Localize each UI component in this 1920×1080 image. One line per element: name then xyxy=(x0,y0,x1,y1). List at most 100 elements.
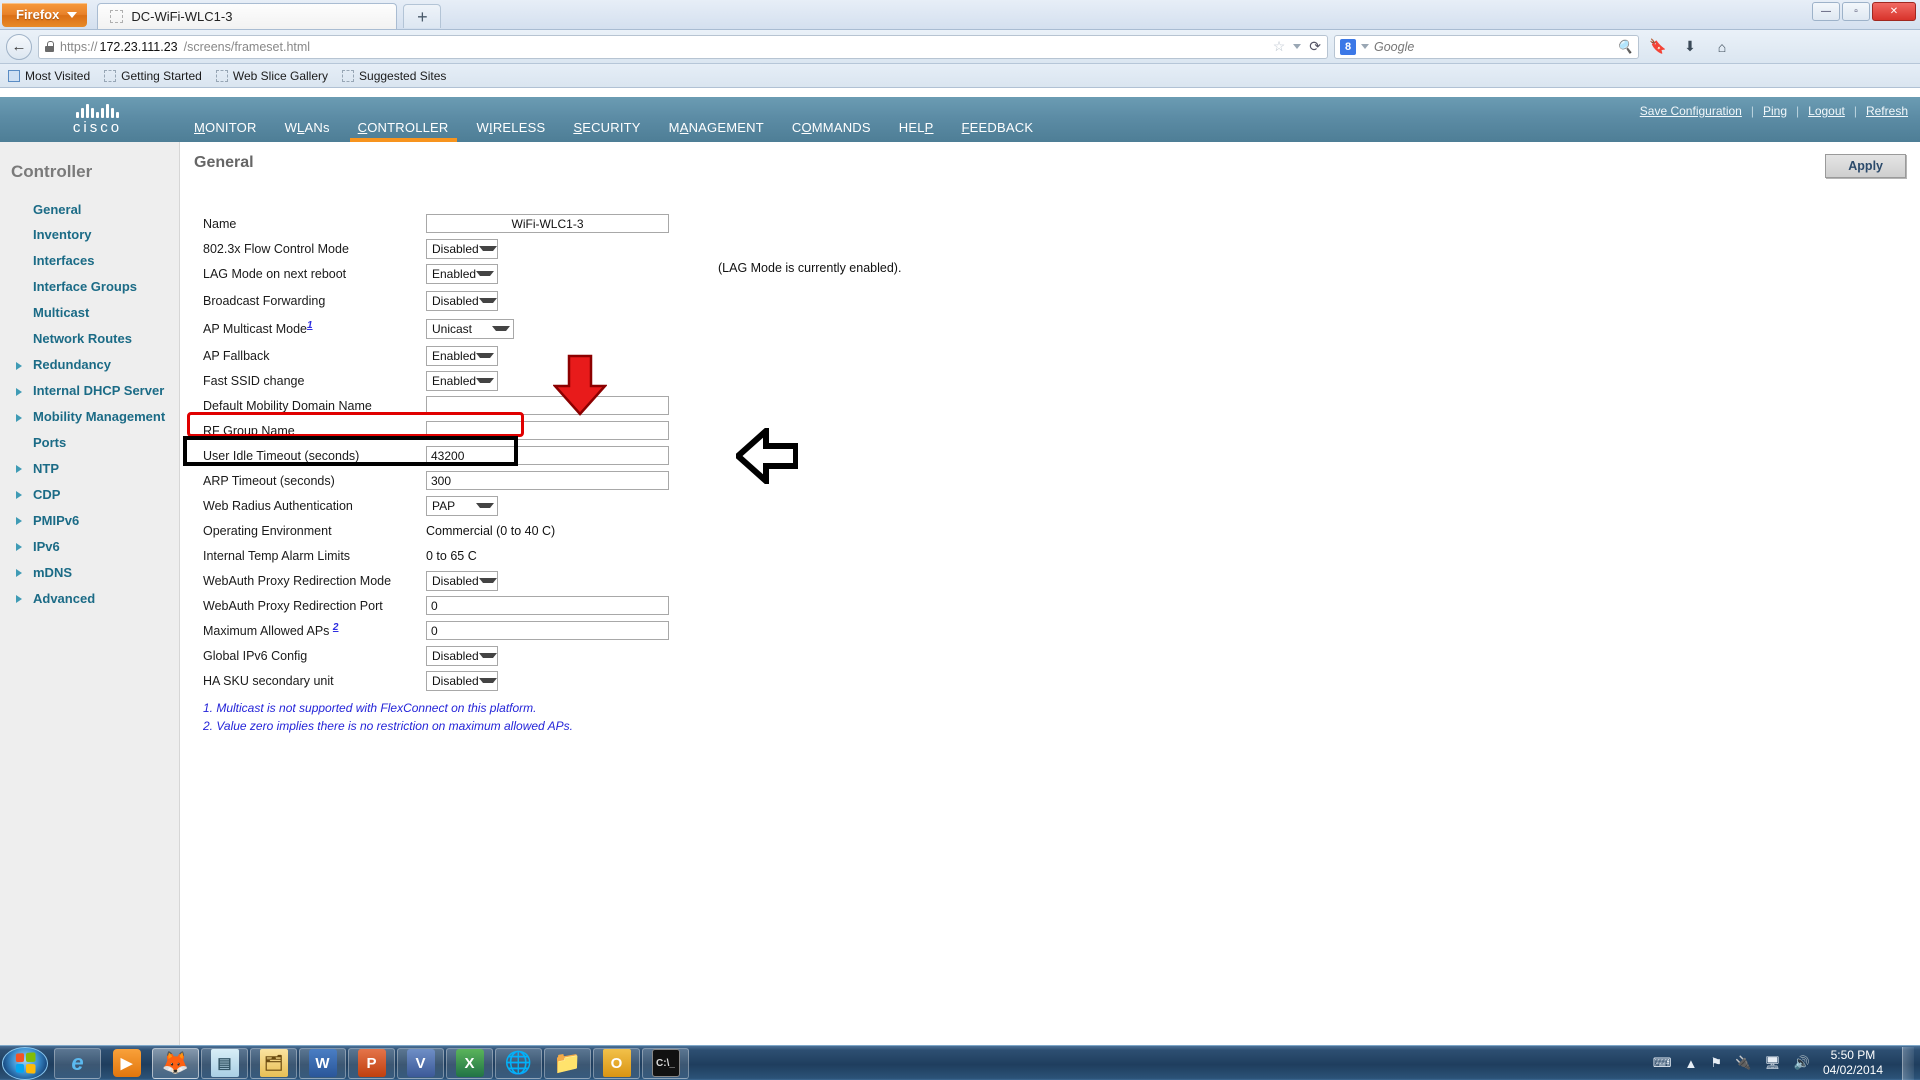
show-desktop-button[interactable] xyxy=(1902,1046,1914,1080)
apply-button[interactable]: Apply xyxy=(1825,154,1906,178)
maximum-allowed-aps-input[interactable] xyxy=(426,621,669,640)
url-bar[interactable]: https:// 172.23.111.23 /screens/frameset… xyxy=(38,34,1328,59)
field-label: Maximum Allowed APs 2 xyxy=(200,622,426,638)
rf-group-name-input[interactable] xyxy=(426,421,669,440)
taskbar-media-player[interactable]: ▶ xyxy=(103,1048,150,1079)
bookmarks-menu-icon[interactable]: 🔖 xyxy=(1645,35,1671,59)
user-idle-timeout-input[interactable] xyxy=(426,446,669,465)
footnotes: 1. Multicast is not supported with FlexC… xyxy=(200,699,1920,735)
search-input[interactable]: 8 Google 🔍 xyxy=(1334,34,1639,59)
sidebar-item-redundancy[interactable]: Redundancy xyxy=(0,353,179,379)
bookmark-web-slice-gallery[interactable]: Web Slice Gallery xyxy=(215,69,328,83)
sidebar-item-mdns[interactable]: mDNS xyxy=(0,560,179,586)
nav-controller[interactable]: CONTROLLER xyxy=(344,120,463,142)
sidebar-item-internal-dhcp-server[interactable]: Internal DHCP Server xyxy=(0,379,179,405)
start-button[interactable] xyxy=(2,1046,48,1080)
nav-feedback[interactable]: FEEDBACK xyxy=(948,120,1048,142)
ha-sku-secondary-unit-select[interactable]: Disabled xyxy=(426,670,498,691)
chevron-down-icon[interactable] xyxy=(1361,44,1369,49)
home-icon[interactable]: ⌂ xyxy=(1709,35,1735,59)
sidebar-item-ports[interactable]: Ports xyxy=(0,430,179,456)
sidebar-item-pmipv6[interactable]: PMIPv6 xyxy=(0,508,179,534)
network-icon[interactable]: 🔌 xyxy=(1735,1055,1751,1071)
arp-timeout-input[interactable] xyxy=(426,471,669,490)
close-button[interactable]: ✕ xyxy=(1872,2,1916,21)
nav-wireless[interactable]: WIRELESS xyxy=(463,120,560,142)
maximize-button[interactable]: ▫ xyxy=(1842,2,1870,21)
webauth-proxy-redirection-port-input[interactable] xyxy=(426,596,669,615)
logout-link[interactable]: Logout xyxy=(1808,104,1845,118)
sidebar-item-general[interactable]: General xyxy=(0,197,179,223)
display-icon[interactable]: 🖥 xyxy=(1764,1055,1781,1071)
bookmark-star-icon[interactable]: ☆ xyxy=(1273,38,1286,55)
taskbar-microsoft-powerpoint[interactable]: P xyxy=(348,1047,395,1079)
save-configuration-link[interactable]: Save Configuration xyxy=(1640,104,1742,118)
taskbar-internet-explorer[interactable]: e xyxy=(54,1047,101,1079)
taskbar-command-prompt[interactable]: C:\_ xyxy=(642,1047,689,1079)
ap-multicast-mode-select[interactable]: Unicast xyxy=(426,318,514,339)
chevron-down-icon xyxy=(67,11,78,18)
fast-ssid-change-select[interactable]: Enabled xyxy=(426,370,498,391)
bookmark-most-visited[interactable]: Most Visited xyxy=(8,69,90,83)
taskbar-notepad[interactable]: ▤ xyxy=(201,1047,248,1079)
microsoft-outlook-icon: O xyxy=(602,1049,631,1077)
field-label: LAG Mode on next reboot xyxy=(203,266,347,281)
chevron-down-icon[interactable] xyxy=(1293,44,1302,49)
volume-icon[interactable]: 🔊 xyxy=(1794,1055,1810,1071)
refresh-link[interactable]: Refresh xyxy=(1866,104,1908,118)
taskbar-microsoft-visio[interactable]: V xyxy=(397,1047,444,1079)
bookmark-suggested-sites[interactable]: Suggested Sites xyxy=(342,69,446,83)
nav-security[interactable]: SECURITY xyxy=(559,120,654,142)
sidebar-item-ntp[interactable]: NTP xyxy=(0,456,179,482)
flag-action-center-icon[interactable]: ⚑ xyxy=(1710,1055,1722,1071)
flow-control-mode-select[interactable]: Disabled xyxy=(426,238,498,259)
field-label: Name xyxy=(203,216,237,231)
sidebar-item-advanced[interactable]: Advanced xyxy=(0,586,179,612)
nav-monitor[interactable]: MMONITORONITOR xyxy=(180,120,271,142)
sidebar-item-inventory[interactable]: Inventory xyxy=(0,223,179,249)
back-button[interactable]: ← xyxy=(6,33,32,60)
sidebar-item-cdp[interactable]: CDP xyxy=(0,482,179,508)
minimize-button[interactable]: — xyxy=(1812,2,1840,21)
sidebar-item-network-routes[interactable]: Network Routes xyxy=(0,327,179,353)
keyboard-icon[interactable]: ⌨ xyxy=(1653,1055,1672,1071)
lag-mode-select[interactable]: Enabled xyxy=(426,263,498,284)
taskbar-microsoft-word[interactable]: W xyxy=(299,1047,346,1079)
ping-link[interactable]: Ping xyxy=(1763,104,1787,118)
nav-commands[interactable]: COMMANDS xyxy=(778,120,885,142)
broadcast-forwarding-select[interactable]: Disabled xyxy=(426,290,498,311)
new-tab-button[interactable]: + xyxy=(403,4,442,28)
firefox-menu-button[interactable]: Firefox xyxy=(2,3,88,27)
sidebar-item-multicast[interactable]: Multicast xyxy=(0,301,179,327)
taskbar-microsoft-outlook[interactable]: O xyxy=(593,1047,640,1079)
web-radius-authentication-select[interactable]: PAP xyxy=(426,495,498,516)
reload-icon[interactable]: ⟳ xyxy=(1309,38,1321,55)
nav-help[interactable]: HELP xyxy=(885,120,948,142)
browser-tab[interactable]: DC-WiFi-WLC1-3 xyxy=(97,3,398,29)
nav-management[interactable]: MANAGEMENT xyxy=(655,120,778,142)
nav-wlans[interactable]: WLANs xyxy=(271,120,344,142)
bookmark-getting-started[interactable]: Getting Started xyxy=(104,69,202,83)
global-ipv6-config-select[interactable]: Disabled xyxy=(426,645,498,666)
search-icon[interactable]: 🔍 xyxy=(1617,39,1633,55)
link-separator: | xyxy=(1796,104,1800,118)
taskbar-network-monitor[interactable]: 🌐 xyxy=(495,1047,542,1079)
taskbar-file-explorer[interactable]: 🗂 xyxy=(250,1047,297,1079)
footnote-ref[interactable]: 1 xyxy=(307,320,313,331)
clock[interactable]: 5:50 PM 04/02/2014 xyxy=(1823,1048,1883,1078)
sidebar-item-mobility-management[interactable]: Mobility Management xyxy=(0,405,179,431)
downloads-icon[interactable]: ⬇ xyxy=(1677,35,1703,59)
taskbar-microsoft-excel[interactable]: X xyxy=(446,1047,493,1079)
default-mobility-domain-name-input[interactable] xyxy=(426,396,669,415)
sidebar-item-interfaces[interactable]: Interfaces xyxy=(0,249,179,275)
name-input[interactable] xyxy=(426,214,669,233)
webauth-proxy-redirection-mode-select[interactable]: Disabled xyxy=(426,570,498,591)
show-hidden-icons-icon[interactable]: ▲ xyxy=(1685,1056,1698,1071)
footnote-ref[interactable]: 2 xyxy=(333,622,339,633)
sidebar-item-ipv6[interactable]: IPv6 xyxy=(0,534,179,560)
taskbar-firefox[interactable]: 🦊 xyxy=(152,1047,199,1079)
field-row-flow-control-mode: 802.3x Flow Control Mode Disabled xyxy=(200,236,1920,261)
ap-fallback-select[interactable]: Enabled xyxy=(426,345,498,366)
sidebar-item-interface-groups[interactable]: Interface Groups xyxy=(0,275,179,301)
taskbar-folder[interactable]: 📁 xyxy=(544,1047,591,1079)
